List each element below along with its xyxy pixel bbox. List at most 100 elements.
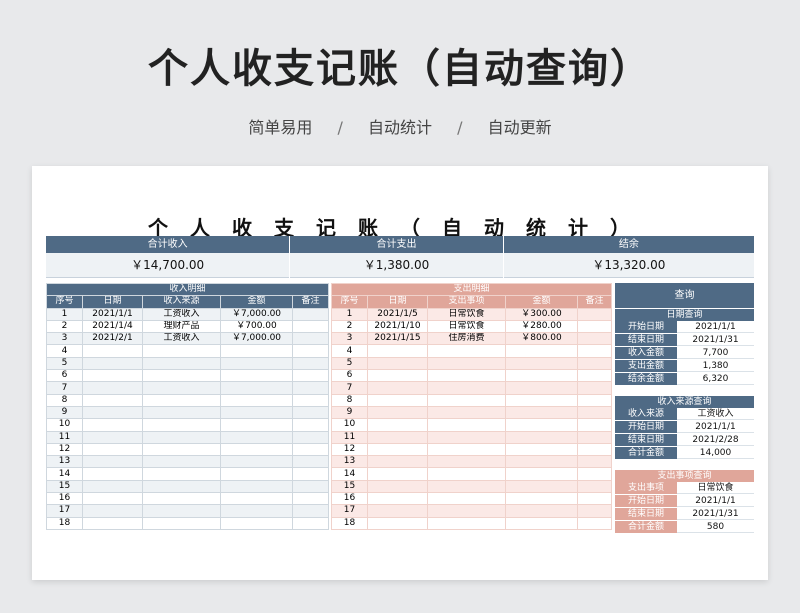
table-cell[interactable]: 17 xyxy=(46,504,83,518)
table-cell[interactable] xyxy=(291,516,330,530)
table-cell[interactable] xyxy=(291,344,330,358)
table-cell[interactable] xyxy=(576,467,613,481)
table-cell[interactable] xyxy=(367,344,428,358)
table-cell[interactable]: 2021/1/1 xyxy=(82,307,143,321)
table-cell[interactable] xyxy=(142,344,221,358)
query-value[interactable]: 2021/1/1 xyxy=(677,321,754,333)
query-value[interactable]: 2021/2/28 xyxy=(677,434,754,446)
table-cell[interactable] xyxy=(505,467,578,481)
table-cell[interactable] xyxy=(291,319,330,334)
table-cell[interactable]: 日常饮食 xyxy=(427,319,506,334)
table-cell[interactable] xyxy=(576,455,613,469)
table-cell[interactable]: 9 xyxy=(46,405,83,420)
table-cell[interactable]: 15 xyxy=(331,479,368,494)
table-cell[interactable] xyxy=(142,369,221,383)
table-cell[interactable]: 17 xyxy=(331,504,368,518)
table-cell[interactable] xyxy=(142,492,221,506)
table-cell[interactable] xyxy=(576,504,613,518)
table-cell[interactable] xyxy=(142,479,221,494)
table-cell[interactable] xyxy=(427,442,506,457)
table-cell[interactable] xyxy=(220,405,293,420)
table-cell[interactable]: 10 xyxy=(46,418,83,432)
table-cell[interactable] xyxy=(367,492,428,506)
table-cell[interactable] xyxy=(576,405,613,420)
table-cell[interactable] xyxy=(220,516,293,530)
query-value[interactable]: 2021/1/31 xyxy=(677,508,754,520)
table-cell[interactable] xyxy=(576,307,613,321)
table-cell[interactable] xyxy=(82,504,143,518)
table-cell[interactable] xyxy=(367,442,428,457)
query-value[interactable]: 工资收入 xyxy=(677,408,754,420)
table-cell[interactable] xyxy=(427,393,506,407)
table-cell[interactable] xyxy=(505,381,578,395)
table-cell[interactable] xyxy=(427,369,506,383)
table-cell[interactable] xyxy=(220,369,293,383)
query-value[interactable]: 1,380 xyxy=(677,360,754,372)
table-cell[interactable] xyxy=(82,405,143,420)
table-cell[interactable]: 12 xyxy=(46,442,83,457)
table-cell[interactable] xyxy=(142,442,221,457)
table-cell[interactable] xyxy=(505,418,578,432)
table-cell[interactable] xyxy=(367,381,428,395)
table-cell[interactable]: 理财产品 xyxy=(142,319,221,334)
table-cell[interactable] xyxy=(142,430,221,444)
table-cell[interactable]: 1 xyxy=(331,307,368,321)
table-cell[interactable] xyxy=(427,504,506,518)
summary-value[interactable]: ￥13,320.00 xyxy=(503,253,754,278)
table-cell[interactable]: 2021/1/15 xyxy=(367,332,428,346)
table-cell[interactable] xyxy=(291,467,330,481)
table-cell[interactable]: ￥800.00 xyxy=(505,332,578,346)
table-cell[interactable] xyxy=(427,381,506,395)
table-cell[interactable] xyxy=(220,356,293,371)
query-value[interactable]: 日常饮食 xyxy=(677,482,754,494)
table-cell[interactable] xyxy=(505,369,578,383)
table-cell[interactable] xyxy=(367,430,428,444)
table-cell[interactable] xyxy=(291,430,330,444)
query-value[interactable]: 7,700 xyxy=(677,347,754,359)
table-cell[interactable] xyxy=(576,356,613,371)
table-cell[interactable] xyxy=(142,467,221,481)
summary-value[interactable]: ￥14,700.00 xyxy=(46,253,290,278)
table-cell[interactable] xyxy=(367,356,428,371)
table-cell[interactable] xyxy=(427,479,506,494)
table-cell[interactable]: 日常饮食 xyxy=(427,307,506,321)
table-cell[interactable] xyxy=(142,356,221,371)
table-cell[interactable] xyxy=(505,405,578,420)
table-cell[interactable] xyxy=(291,381,330,395)
table-cell[interactable]: 住房消费 xyxy=(427,332,506,346)
table-cell[interactable]: 工资收入 xyxy=(142,307,221,321)
table-cell[interactable]: 2021/1/5 xyxy=(367,307,428,321)
query-value[interactable]: 2021/1/1 xyxy=(677,495,754,507)
table-cell[interactable] xyxy=(142,405,221,420)
table-cell[interactable] xyxy=(505,393,578,407)
table-cell[interactable] xyxy=(220,492,293,506)
table-cell[interactable]: 8 xyxy=(331,393,368,407)
table-cell[interactable] xyxy=(291,369,330,383)
table-cell[interactable]: 2021/1/4 xyxy=(82,319,143,334)
table-cell[interactable] xyxy=(291,492,330,506)
table-cell[interactable]: 9 xyxy=(331,405,368,420)
table-cell[interactable] xyxy=(82,467,143,481)
table-cell[interactable] xyxy=(427,492,506,506)
table-cell[interactable]: ￥700.00 xyxy=(220,319,293,334)
table-cell[interactable]: 18 xyxy=(46,516,83,530)
table-cell[interactable]: 11 xyxy=(331,430,368,444)
table-cell[interactable]: 11 xyxy=(46,430,83,444)
table-cell[interactable]: 7 xyxy=(46,381,83,395)
table-cell[interactable]: 4 xyxy=(46,344,83,358)
table-cell[interactable] xyxy=(576,418,613,432)
table-cell[interactable]: 5 xyxy=(331,356,368,371)
table-cell[interactable] xyxy=(82,455,143,469)
query-value[interactable]: 580 xyxy=(677,521,754,533)
table-cell[interactable] xyxy=(220,467,293,481)
table-cell[interactable] xyxy=(505,516,578,530)
table-cell[interactable] xyxy=(367,393,428,407)
table-cell[interactable] xyxy=(367,369,428,383)
table-cell[interactable] xyxy=(220,393,293,407)
table-cell[interactable] xyxy=(576,344,613,358)
table-cell[interactable] xyxy=(142,393,221,407)
table-cell[interactable] xyxy=(427,516,506,530)
table-cell[interactable] xyxy=(291,418,330,432)
table-cell[interactable] xyxy=(82,479,143,494)
table-cell[interactable]: 1 xyxy=(46,307,83,321)
